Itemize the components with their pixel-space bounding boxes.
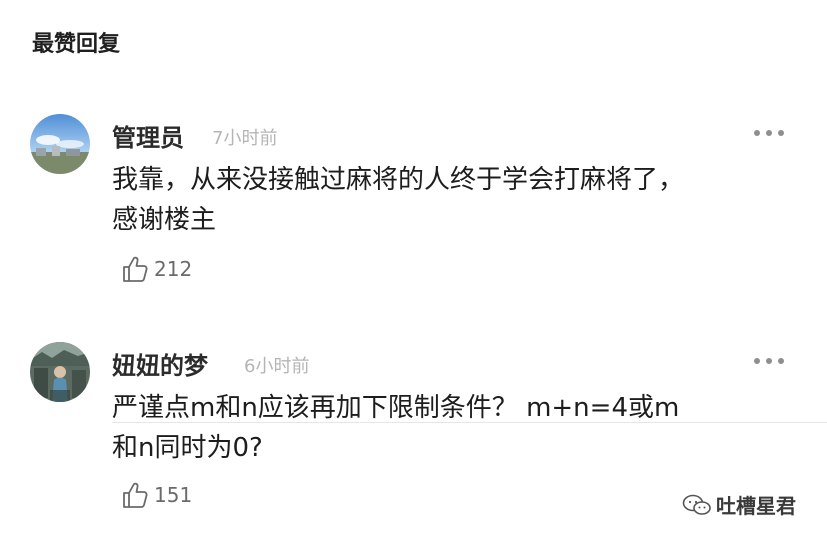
avatar[interactable] [30, 114, 90, 174]
thumbs-up-icon [123, 482, 148, 508]
like-count: 212 [154, 257, 193, 281]
watermark: 吐槽星君 [682, 490, 796, 519]
more-dots-icon [778, 358, 784, 364]
more-dots-icon [754, 130, 760, 136]
more-dots-icon [766, 130, 772, 136]
like-button[interactable]: 212 [120, 254, 192, 284]
like-button[interactable]: 151 [120, 480, 192, 510]
more-dots-icon [766, 358, 772, 364]
watermark-text: 吐槽星君 [716, 494, 796, 518]
avatar-image [30, 342, 90, 402]
wechat-logo-icon [682, 494, 711, 515]
avatar-image [30, 114, 90, 174]
comment-text: 严谨点m和n应该再加下限制条件？ m+n=4或m 和n同时为0? [112, 393, 680, 463]
section-title: 最赞回复 [32, 32, 121, 57]
comment-time: 6小时前 [244, 356, 310, 377]
thumbs-up-icon [123, 256, 148, 282]
commenter-name[interactable]: 妞妞的梦 [112, 346, 208, 381]
more-dots-icon [754, 358, 760, 364]
comment-time: 7小时前 [212, 128, 278, 149]
avatar[interactable] [30, 342, 90, 402]
commenter-name[interactable]: 管理员 [112, 118, 184, 153]
like-count: 151 [154, 483, 193, 507]
comment-text: 我靠，从来没接触过麻将的人终于学会打麻将了， 感谢楼主 [112, 165, 685, 235]
more-dots-icon [778, 130, 784, 136]
more-options-button[interactable] [754, 356, 784, 366]
more-options-button[interactable] [754, 128, 784, 138]
